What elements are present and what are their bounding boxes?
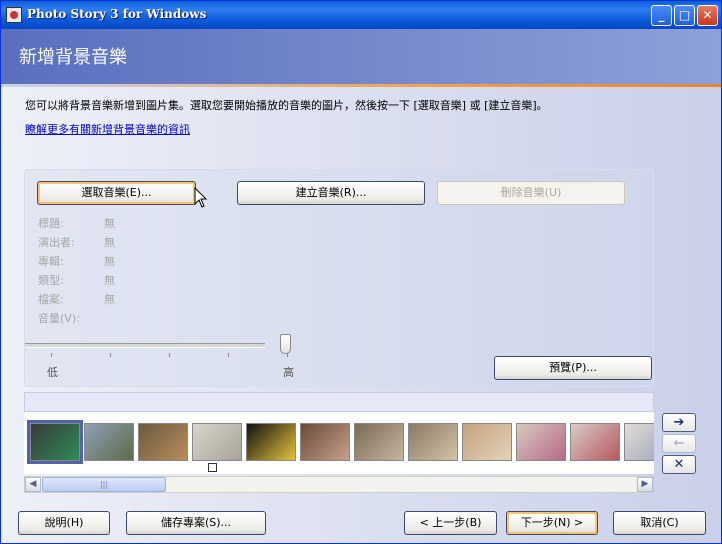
page-title: 新增背景音樂 [19, 47, 127, 68]
filmstrip-header [24, 392, 654, 412]
title-bar: Photo Story 3 for Windows _ □ ✕ [1, 1, 721, 29]
artist-value: 無 [104, 236, 115, 249]
move-left-button: ← [662, 434, 696, 453]
scroll-right-icon[interactable]: ▶ [637, 477, 653, 492]
learn-more-link[interactable]: 瞭解更多有關新增背景音樂的資訊 [25, 121, 190, 137]
delete-music-button: 刪除音樂(U) [437, 181, 625, 205]
mouse-cursor-icon [194, 187, 208, 208]
filmstrip[interactable] [24, 412, 654, 474]
preview-button[interactable]: 預覽(P)... [494, 356, 652, 380]
album-value: 無 [104, 255, 115, 268]
slider-tick [228, 353, 229, 357]
title-label: 標題: [38, 217, 64, 230]
volume-slider-track[interactable] [25, 343, 265, 348]
maximize-button[interactable]: □ [674, 5, 695, 26]
move-right-button[interactable]: ➔ [662, 413, 696, 432]
photo-thumbnail[interactable] [192, 423, 242, 461]
scrollbar-thumb[interactable]: ||| [42, 477, 166, 492]
title-value: 無 [104, 217, 115, 230]
minimize-button[interactable]: _ [651, 5, 672, 26]
file-value: 無 [104, 293, 115, 306]
slider-tick [110, 353, 111, 357]
slider-tick [51, 353, 52, 357]
photo-thumbnail[interactable] [354, 423, 404, 461]
photo-thumbnail[interactable] [27, 420, 83, 464]
save-project-button[interactable]: 儲存專案(S)... [126, 511, 266, 535]
filmstrip-scrollbar[interactable]: ◀ ||| ▶ [24, 476, 654, 493]
photo-thumbnail[interactable] [300, 423, 350, 461]
genre-value: 無 [104, 274, 115, 287]
help-button[interactable]: 說明(H) [18, 511, 110, 535]
remove-picture-button[interactable]: ✕ [662, 455, 696, 474]
album-label: 專輯: [38, 255, 64, 268]
main-content: 您可以將背景音樂新增到圖片集。選取您要開始播放的音樂的圖片，然後按一下 [選取音… [1, 87, 721, 543]
volume-low-label: 低 [47, 366, 58, 379]
page-header: 新增背景音樂 [1, 29, 721, 84]
photo-thumbnail[interactable] [516, 423, 566, 461]
next-button[interactable]: 下一步(N) > [506, 511, 598, 535]
close-button[interactable]: ✕ [697, 5, 718, 26]
photo-thumbnail[interactable] [408, 423, 458, 461]
create-music-button[interactable]: 建立音樂(R)... [237, 181, 425, 205]
photo-thumbnail[interactable] [624, 423, 654, 461]
photo-thumbnail[interactable] [84, 423, 134, 461]
wizard-button-bar: 說明(H) 儲存專案(S)... < 上一步(B) 下一步(N) > 取消(C) [1, 501, 721, 543]
artist-label: 演出者: [38, 236, 75, 249]
file-label: 檔案: [38, 293, 64, 306]
photo-thumbnail[interactable] [570, 423, 620, 461]
window-title: Photo Story 3 for Windows [27, 7, 207, 21]
photo-thumbnail[interactable] [462, 423, 512, 461]
back-button[interactable]: < 上一步(B) [404, 511, 497, 535]
cancel-button[interactable]: 取消(C) [613, 511, 706, 535]
slider-tick [169, 353, 170, 357]
select-music-button[interactable]: 選取音樂(E)... [37, 181, 196, 205]
volume-slider-thumb[interactable] [280, 334, 291, 354]
app-icon[interactable] [6, 7, 22, 23]
volume-high-label: 高 [283, 366, 294, 379]
photo-thumbnail[interactable] [246, 423, 296, 461]
genre-label: 類型: [38, 274, 64, 287]
edit-icon [208, 463, 217, 472]
instruction-text: 您可以將背景音樂新增到圖片集。選取您要開始播放的音樂的圖片，然後按一下 [選取音… [25, 99, 548, 112]
photo-thumbnail[interactable] [138, 423, 188, 461]
volume-label: 音量(V): [38, 312, 80, 325]
scroll-left-icon[interactable]: ◀ [25, 477, 41, 492]
app-window: Photo Story 3 for Windows _ □ ✕ 新增背景音樂 您… [0, 0, 722, 544]
